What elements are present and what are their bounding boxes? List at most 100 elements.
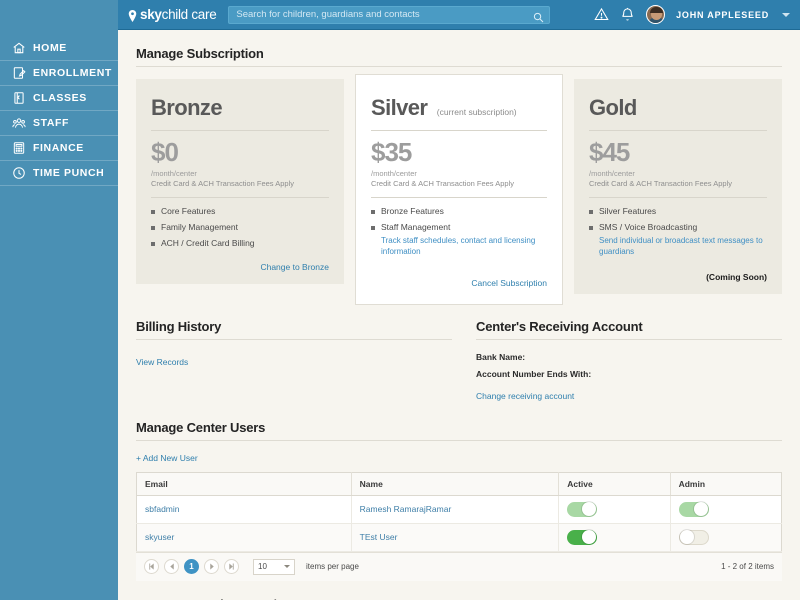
sidebar-item-label: Enrollment <box>33 67 112 79</box>
bell-icon[interactable] <box>620 7 635 22</box>
sidebar-item-label: Finance <box>33 142 84 154</box>
plan-feature: Family Management <box>151 222 329 232</box>
coming-soon-label: (Coming Soon) <box>589 272 767 282</box>
location-pin-icon <box>128 9 137 21</box>
cancel-subscription-link[interactable]: Cancel Subscription <box>371 278 547 288</box>
bank-name-label: Bank Name: <box>476 352 782 362</box>
billing-history-title: Billing History <box>136 319 452 339</box>
admin-toggle[interactable] <box>679 530 709 545</box>
plan-feature: SMS / Voice Broadcasting <box>589 222 767 232</box>
search-input[interactable] <box>229 9 549 20</box>
column-header-name[interactable]: Name <box>351 472 559 495</box>
items-count-label: 1 - 2 of 2 items <box>721 562 774 571</box>
cell-active <box>559 523 670 551</box>
bullet-icon <box>589 226 593 230</box>
sidebar-item-label: Time Punch <box>33 167 104 179</box>
plan-period: /month/center <box>151 169 329 178</box>
enrollment-icon <box>12 66 26 80</box>
add-new-user-link[interactable]: + Add New User <box>136 453 782 463</box>
app-logo[interactable]: skychild care <box>128 7 216 22</box>
plan-feature-label: Family Management <box>161 222 238 232</box>
cell-name[interactable]: TEst User <box>351 523 559 551</box>
table-header-row: Email Name Active Admin <box>137 472 782 495</box>
next-page-button[interactable] <box>204 559 219 574</box>
first-page-button[interactable] <box>144 559 159 574</box>
table-row[interactable]: skyuser TEst User <box>137 523 782 551</box>
change-receiving-account-link[interactable]: Change receiving account <box>476 391 574 401</box>
cell-email[interactable]: sbfadmin <box>137 495 352 523</box>
table-pagination: 1 10 items per page 1 - 2 of 2 items <box>136 552 782 581</box>
cell-active <box>559 495 670 523</box>
bullet-icon <box>151 242 155 246</box>
plan-name: Silver <box>371 95 427 121</box>
cell-email[interactable]: skyuser <box>137 523 352 551</box>
plan-feature-description: Track staff schedules, contact and licen… <box>381 236 547 258</box>
items-per-page-label: items per page <box>306 562 359 571</box>
user-name[interactable]: John Appleseed <box>676 10 769 20</box>
column-header-email[interactable]: Email <box>137 472 352 495</box>
column-header-admin[interactable]: Admin <box>670 472 781 495</box>
bullet-icon <box>151 226 155 230</box>
active-toggle[interactable] <box>567 530 597 545</box>
classes-icon <box>12 91 26 105</box>
divider <box>371 197 547 198</box>
plan-price: $0 <box>151 139 329 166</box>
manage-center-users-title: Manage Center Users <box>136 404 782 440</box>
avatar[interactable] <box>646 5 665 24</box>
search-bar[interactable] <box>228 6 550 24</box>
plan-name: Gold <box>589 95 637 121</box>
prev-page-button[interactable] <box>164 559 179 574</box>
plan-fees: Credit Card & ACH Transaction Fees Apply <box>151 179 329 188</box>
plan-name: Bronze <box>151 95 222 121</box>
view-records-link[interactable]: View Records <box>136 357 188 367</box>
plan-feature: Bronze Features <box>371 206 547 216</box>
active-toggle[interactable] <box>567 502 597 517</box>
cell-admin <box>670 523 781 551</box>
cell-name[interactable]: Ramesh RamarajRamar <box>351 495 559 523</box>
items-per-page-value: 10 <box>258 562 267 571</box>
sidebar-item-label: Staff <box>33 117 69 129</box>
divider <box>589 197 767 198</box>
plan-period: /month/center <box>371 169 547 178</box>
chevron-down-icon[interactable] <box>782 13 790 17</box>
sidebar-item-label: Classes <box>33 92 87 104</box>
billing-and-account-row: Billing History View Records Center's Re… <box>136 319 782 404</box>
sidebar-item-home[interactable]: Home <box>0 36 128 61</box>
search-icon <box>533 10 544 21</box>
sidebar-item-staff[interactable]: Staff <box>0 111 128 136</box>
page-1-button[interactable]: 1 <box>184 559 199 574</box>
receiving-account-section: Center's Receiving Account Bank Name: Ac… <box>476 319 782 404</box>
divider <box>476 339 782 340</box>
divider <box>136 440 782 441</box>
sidebar-item-finance[interactable]: Finance <box>0 136 128 161</box>
center-users-table: Email Name Active Admin sbfadmin Ramesh … <box>136 472 782 552</box>
staff-icon <box>12 116 26 130</box>
plan-feature: Silver Features <box>589 206 767 216</box>
items-per-page-select[interactable]: 10 <box>253 559 295 575</box>
plan-card-silver[interactable]: Silver (current subscription) $35 /month… <box>355 74 563 305</box>
admin-toggle[interactable] <box>679 502 709 517</box>
plan-feature: Staff Management <box>371 222 547 232</box>
main-content: Manage Subscription Bronze $0 /month/cen… <box>118 30 800 600</box>
bullet-icon <box>371 210 375 214</box>
divider <box>136 339 452 340</box>
last-page-button[interactable] <box>224 559 239 574</box>
plan-card-bronze[interactable]: Bronze $0 /month/center Credit Card & AC… <box>136 79 344 284</box>
warning-triangle-icon[interactable] <box>594 7 609 22</box>
billing-history-section: Billing History View Records <box>136 319 452 404</box>
sidebar-item-enrollment[interactable]: Enrollment <box>0 61 128 86</box>
table-row[interactable]: sbfadmin Ramesh RamarajRamar <box>137 495 782 523</box>
plan-feature: ACH / Credit Card Billing <box>151 238 329 248</box>
plan-feature-label: SMS / Voice Broadcasting <box>599 222 697 232</box>
plan-fees: Credit Card & ACH Transaction Fees Apply <box>589 179 767 188</box>
operating-hours-title: Center Operating Days/Hours <box>136 581 782 600</box>
sidebar-item-time-punch[interactable]: Time Punch <box>0 161 128 186</box>
plan-feature-label: Silver Features <box>599 206 656 216</box>
bullet-icon <box>151 210 155 214</box>
change-to-bronze-link[interactable]: Change to Bronze <box>151 262 329 272</box>
app-root: Home Enrollment Classes Staff Finance <box>0 0 800 600</box>
column-header-active[interactable]: Active <box>559 472 670 495</box>
plan-current-note: (current subscription) <box>437 107 517 117</box>
sidebar-item-classes[interactable]: Classes <box>0 86 128 111</box>
plan-card-gold[interactable]: Gold $45 /month/center Credit Card & ACH… <box>574 79 782 294</box>
